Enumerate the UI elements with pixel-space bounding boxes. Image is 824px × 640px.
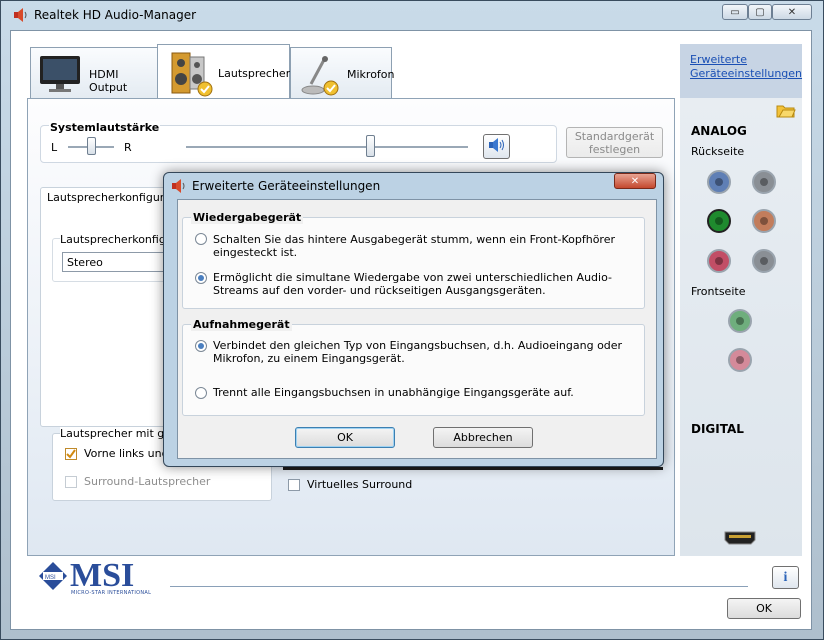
tab-mikrofon[interactable]: Mikrofon <box>290 47 395 98</box>
jack-rear-orange[interactable] <box>752 209 776 233</box>
tab-lautsprecher-label: Lautsprecher <box>218 67 291 80</box>
playback-option-1-label[interactable]: Schalten Sie das hintere Ausgabegerät st… <box>213 233 633 259</box>
rear-label: Rückseite <box>691 145 745 158</box>
svg-text:MSI: MSI <box>45 575 56 581</box>
tab-mikrofon-label: Mikrofon <box>347 68 395 81</box>
playback-option-1-radio[interactable] <box>195 233 207 245</box>
microphone-icon <box>299 54 345 96</box>
balance-right-label: R <box>124 141 132 154</box>
tab-hdmi-output[interactable]: HDMI Output <box>30 47 158 98</box>
jack-rear-grey-1[interactable] <box>752 170 776 194</box>
balance-slider-thumb[interactable] <box>87 137 96 155</box>
advanced-settings-link[interactable]: Erweiterte Geräteeinstellungen <box>690 53 802 81</box>
speaker-config-inner-label: Lautsprecherkonfigur <box>60 233 178 246</box>
recording-option-1-label[interactable]: Verbindet den gleichen Typ von Eingangsb… <box>213 339 633 365</box>
jack-rear-blue[interactable] <box>707 170 731 194</box>
recording-option-2-label[interactable]: Trennt alle Eingangsbuchsen in unabhängi… <box>213 386 633 399</box>
tab-lautsprecher[interactable]: Lautsprecher <box>157 44 290 100</box>
dialog-cancel-button[interactable]: Abbrechen <box>433 427 533 448</box>
volume-slider-thumb[interactable] <box>366 135 375 157</box>
speaker-app-icon <box>12 7 28 23</box>
monitor-icon <box>39 54 81 94</box>
recording-option-1-radio[interactable] <box>195 340 207 352</box>
surround-checkbox[interactable] <box>65 476 77 488</box>
close-button[interactable]: ✕ <box>772 4 812 20</box>
front-lr-checkbox[interactable] <box>65 448 77 460</box>
speaker-icon <box>168 49 214 97</box>
main-ok-button[interactable]: OK <box>727 598 801 619</box>
title-bar[interactable]: Realtek HD Audio-Manager ▭ ▢ ✕ <box>0 0 822 30</box>
dialog-speaker-icon <box>170 178 186 194</box>
maximize-button[interactable]: ▢ <box>748 4 772 20</box>
playback-option-2-label[interactable]: Ermöglicht die simultane Wiedergabe von … <box>213 271 623 297</box>
info-icon: i <box>783 569 788 585</box>
balance-left-label: L <box>51 141 58 154</box>
digital-heading: DIGITAL <box>691 422 744 436</box>
jack-front-green[interactable] <box>728 309 752 333</box>
jack-rear-green[interactable] <box>707 209 731 233</box>
analog-heading: ANALOG <box>691 124 747 138</box>
jack-rear-grey-2[interactable] <box>752 249 776 273</box>
volume-heading: Systemlautstärke <box>49 121 161 134</box>
tab-hdmi-output-label: HDMI Output <box>89 68 128 94</box>
hdmi-port-icon[interactable] <box>724 531 756 545</box>
window-title: Realtek HD Audio-Manager <box>34 8 197 22</box>
front-label: Frontseite <box>691 285 746 298</box>
dialog-title: Erweiterte Geräteeinstellungen <box>192 179 381 193</box>
playback-heading: Wiedergabegerät <box>191 211 304 224</box>
checkmark-icon <box>66 449 76 459</box>
info-button[interactable]: i <box>772 566 799 589</box>
jack-front-pink[interactable] <box>728 348 752 372</box>
surround-label: Surround-Lautsprecher <box>84 475 211 488</box>
recording-heading: Aufnahmegerät <box>191 318 292 331</box>
speaker-config-select-value: Stereo <box>67 256 103 269</box>
volume-icon <box>488 137 506 156</box>
dialog-close-button[interactable]: ✕ <box>614 173 656 189</box>
jack-rear-pink[interactable] <box>707 249 731 273</box>
recording-option-2-radio[interactable] <box>195 387 207 399</box>
set-default-device-button[interactable]: Standardgerät festlegen <box>566 127 663 158</box>
virtual-surround-label: Virtuelles Surround <box>307 478 413 491</box>
recording-group <box>182 324 645 416</box>
msi-brand-subtext: MICRO-STAR INTERNATIONAL <box>71 590 152 596</box>
virtual-surround-divider <box>283 467 663 470</box>
mute-button[interactable] <box>483 134 510 159</box>
volume-slider-track[interactable] <box>186 146 468 149</box>
footer-divider <box>170 586 748 587</box>
folder-icon[interactable] <box>776 102 796 118</box>
dialog-ok-button[interactable]: OK <box>295 427 395 448</box>
virtual-surround-checkbox[interactable] <box>288 479 300 491</box>
minimize-button[interactable]: ▭ <box>722 4 748 20</box>
connector-panel <box>680 44 802 556</box>
playback-option-2-radio[interactable] <box>195 272 207 284</box>
